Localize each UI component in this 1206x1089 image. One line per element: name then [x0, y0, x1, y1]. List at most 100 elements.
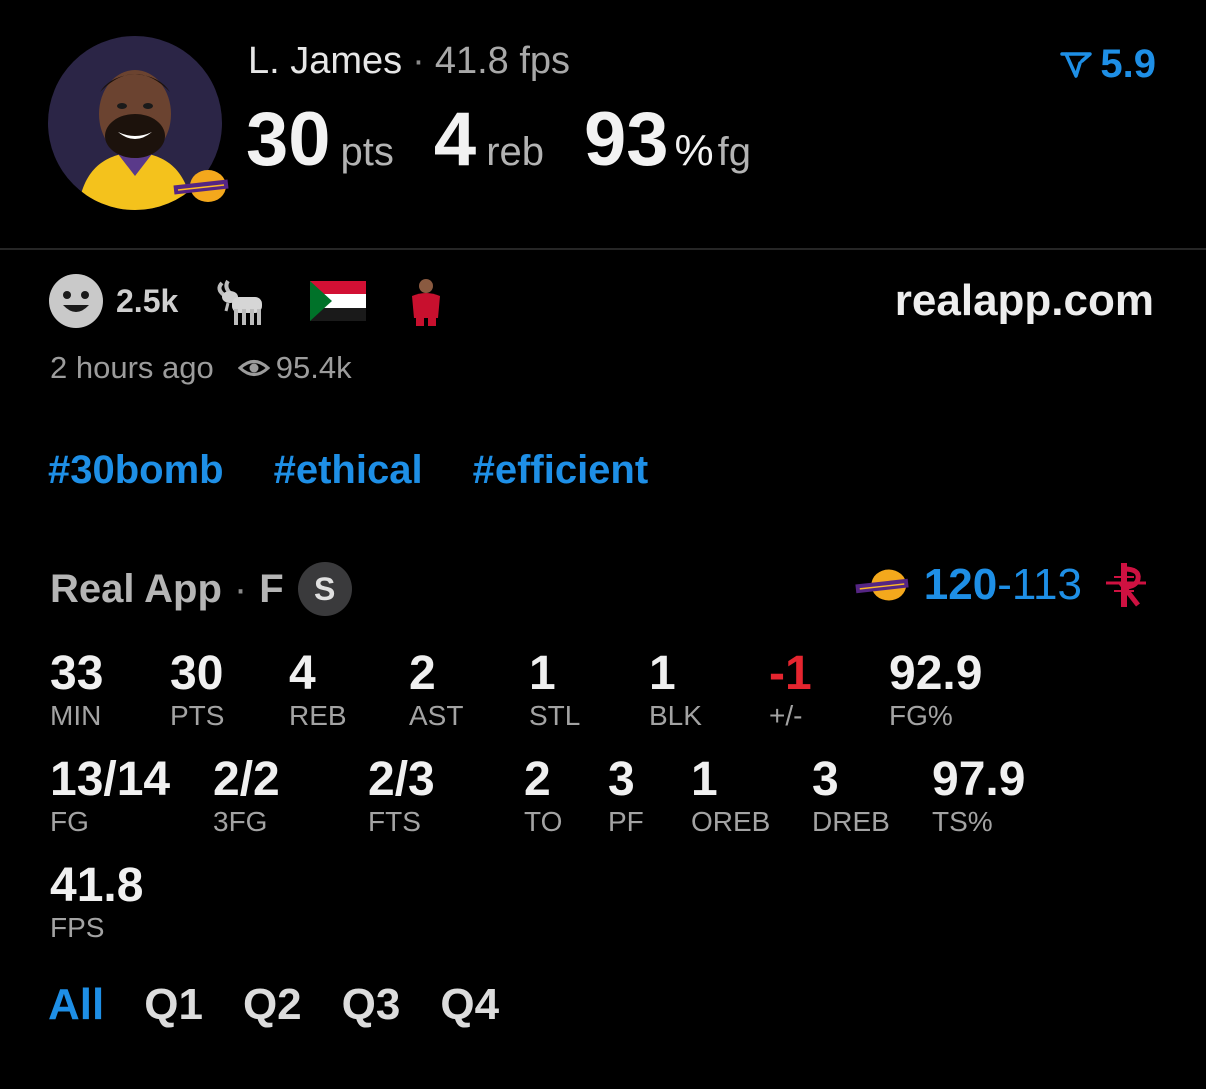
- stat-plus-minus: -1 +/-: [769, 648, 812, 732]
- headline-fg-value: 93: [584, 97, 669, 182]
- rating-icon: [1060, 51, 1093, 78]
- rating-value: 5.9: [1100, 42, 1156, 86]
- stat-reb: 4 REB: [289, 648, 347, 732]
- tab-q3[interactable]: Q3: [342, 980, 401, 1030]
- stat-blk: 1 BLK: [649, 648, 702, 732]
- rating-badge[interactable]: 5.9: [1060, 42, 1156, 87]
- stat-label: PTS: [170, 700, 225, 731]
- stat-label: +/-: [769, 700, 803, 731]
- stat-value: 1: [649, 647, 676, 700]
- eye-icon: [237, 360, 270, 376]
- headline-pts-value: 30: [246, 97, 331, 182]
- headline-fg-percent: %: [674, 126, 714, 175]
- stat-value: 2: [524, 753, 551, 806]
- headline-pts-unit: pts: [340, 130, 394, 174]
- smiley-icon[interactable]: [48, 273, 104, 329]
- stat-label: DREB: [812, 806, 890, 837]
- hashtag[interactable]: #ethical: [274, 448, 423, 493]
- tab-q1[interactable]: Q1: [144, 980, 203, 1030]
- stat-label: FPS: [50, 912, 105, 943]
- stat-ast: 2 AST: [409, 648, 463, 732]
- stat-label: BLK: [649, 700, 702, 731]
- player-sticker-icon[interactable]: [406, 276, 446, 326]
- hashtag[interactable]: #efficient: [473, 448, 649, 493]
- stat-value: 97.9: [932, 753, 1026, 806]
- stat-3fg: 2/2 3FG: [213, 754, 280, 838]
- stat-label: FG%: [889, 700, 953, 731]
- stat-value: 13/14: [50, 753, 171, 806]
- home-score: 120: [923, 560, 998, 609]
- rockets-logo-icon: [1106, 563, 1146, 607]
- post-meta: 2 hours ago 95.4k: [50, 350, 352, 386]
- stat-value: 92.9: [889, 647, 983, 700]
- stat-oreb: 1 OREB: [691, 754, 770, 838]
- game-score[interactable]: 120-113: [852, 560, 1150, 610]
- stat-value: 41.8: [50, 859, 144, 912]
- stat-fg-pct: 92.9 FG%: [889, 648, 982, 732]
- stat-dreb: 3 DREB: [812, 754, 890, 838]
- headline-fg-unit: fg: [717, 130, 752, 174]
- stat-label: PF: [608, 806, 644, 837]
- player-fps: 41.8 fps: [434, 40, 571, 82]
- stat-label: OREB: [691, 806, 771, 837]
- stat-value: 4: [289, 647, 316, 700]
- goat-emoji-icon[interactable]: [214, 273, 270, 329]
- separator-dot: ·: [233, 566, 248, 611]
- flag-icon[interactable]: [310, 281, 367, 321]
- stat-fts: 2/3 FTS: [368, 754, 435, 838]
- hashtag[interactable]: #30bomb: [48, 448, 224, 493]
- stat-value: 3: [608, 753, 635, 806]
- game-league[interactable]: Real App · F S: [50, 562, 352, 616]
- player-title-line[interactable]: L. James · 41.8 fps: [248, 40, 570, 83]
- stat-pf: 3 PF: [608, 754, 644, 838]
- posted-time: 2 hours ago: [50, 350, 214, 385]
- stat-label: FG: [50, 806, 89, 837]
- header-divider: [0, 248, 1206, 250]
- score-dash: -: [997, 560, 1012, 609]
- stat-label: TS%: [932, 806, 993, 837]
- views: 95.4k: [237, 350, 352, 386]
- stat-label: TO: [524, 806, 563, 837]
- stat-value: 2/2: [213, 753, 280, 806]
- stat-value: 30: [170, 647, 224, 700]
- views-count: 95.4k: [275, 350, 352, 385]
- stat-value: 2: [409, 647, 436, 700]
- stat-value: 1: [529, 647, 556, 700]
- game-badge[interactable]: S: [297, 562, 352, 616]
- stat-label: REB: [289, 700, 347, 731]
- stat-label: AST: [409, 700, 464, 731]
- stat-fps: 41.8 FPS: [50, 860, 143, 944]
- stat-label: MIN: [50, 700, 102, 731]
- stat-to: 2 TO: [524, 754, 562, 838]
- period-tabs: All Q1 Q2 Q3 Q4: [48, 980, 539, 1030]
- stat-value: 33: [50, 647, 104, 700]
- game-status: F: [259, 566, 284, 611]
- headline-reb-unit: reb: [486, 130, 544, 174]
- stat-ts-pct: 97.9 TS%: [932, 754, 1025, 838]
- stat-label: STL: [529, 700, 581, 731]
- stat-fg: 13/14 FG: [50, 754, 170, 838]
- stat-label: 3FG: [213, 806, 268, 837]
- league-name: Real App: [50, 566, 222, 611]
- reactions-row: 2.5k: [48, 272, 486, 330]
- stat-pts: 30 PTS: [170, 648, 224, 732]
- stat-value: 3: [812, 753, 839, 806]
- site-link[interactable]: realapp.com: [895, 276, 1154, 326]
- stat-label: FTS: [368, 806, 421, 837]
- separator-dot: ·: [412, 40, 425, 82]
- lakers-logo-icon: [855, 569, 909, 601]
- hashtags: #30bomb #ethical #efficient: [48, 448, 698, 493]
- headline-stats: 30 pts 4 reb 93 % fg: [246, 96, 791, 183]
- lakers-logo-icon: [170, 168, 232, 204]
- away-score: 113: [1011, 560, 1082, 609]
- reaction-count[interactable]: 2.5k: [116, 283, 178, 320]
- tab-q2[interactable]: Q2: [243, 980, 302, 1030]
- stat-value: 1: [691, 753, 718, 806]
- stat-min: 33 MIN: [50, 648, 103, 732]
- tab-q4[interactable]: Q4: [440, 980, 499, 1030]
- stat-value: -1: [769, 647, 812, 700]
- tab-all[interactable]: All: [48, 980, 104, 1030]
- player-name[interactable]: L. James: [248, 40, 402, 82]
- headline-reb-value: 4: [433, 97, 477, 182]
- stat-value: 2/3: [368, 753, 435, 806]
